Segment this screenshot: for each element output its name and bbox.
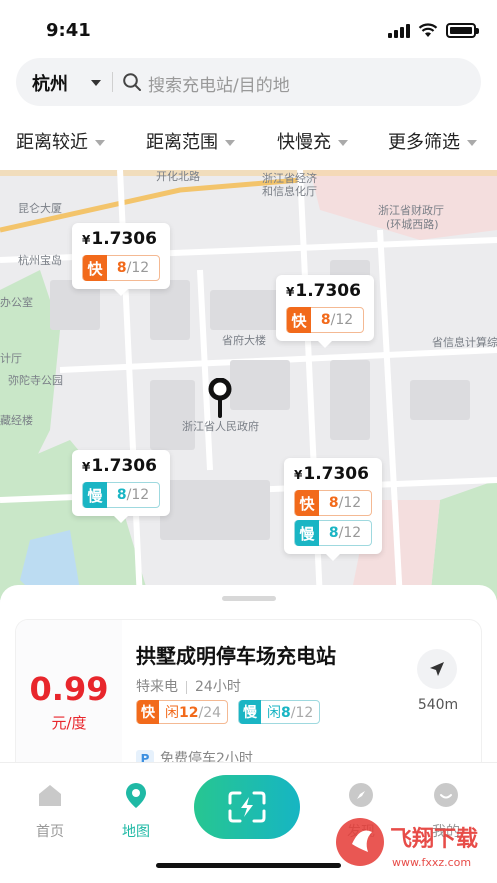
fast-charger-chip: 快 8/12: [286, 307, 364, 333]
search-bar: 杭州 搜索充电站/目的地: [0, 52, 497, 114]
station-callout[interactable]: ¥1.7306 快 8/12: [276, 275, 374, 348]
map-label: 杭州宝岛: [18, 254, 62, 267]
map-label: 办公室: [0, 296, 33, 309]
chevron-down-icon: [225, 140, 235, 146]
map-label: 藏经楼: [0, 414, 33, 427]
home-indicator: [156, 863, 341, 868]
map-label: 开化北路: [156, 170, 200, 183]
fast-charger-chip: 快 8/12: [82, 255, 160, 281]
watermark-logo: 飞翔下载 www.fxxz.com: [330, 808, 490, 876]
slow-charger-chip: 慢 8/12: [82, 482, 160, 508]
station-callout[interactable]: ¥1.7306 快 8/12: [72, 223, 170, 296]
filter-charge-speed[interactable]: 快慢充: [277, 128, 348, 154]
station-sheet: 0.99 元/度 拱墅成明停车场充电站 特来电 24小时 快 闲12/24 慢 闲…: [0, 585, 497, 790]
map-label: (环城西路): [386, 218, 439, 231]
chevron-down-icon: [467, 140, 477, 146]
map-view[interactable]: 昆仑大厦 杭州宝岛 浙江省经济 和信息化厅 浙江省财政厅 (环城西路) 省府大楼…: [0, 170, 497, 600]
status-time: 9:41: [46, 20, 91, 41]
map-label: 弥陀寺公园: [8, 374, 63, 387]
station-price: 0.99: [29, 670, 109, 708]
map-label: 浙江省人民政府: [182, 420, 259, 433]
divider: [112, 72, 113, 92]
svg-text:www.fxxz.com: www.fxxz.com: [392, 856, 471, 869]
map-label: 省府大楼: [222, 334, 266, 347]
smile-icon: [434, 783, 458, 807]
callout-price: ¥1.7306: [294, 464, 369, 484]
compass-icon: [349, 783, 373, 807]
city-selector[interactable]: 杭州: [32, 70, 68, 96]
slow-charger-chip: 慢 8/12: [294, 520, 372, 546]
station-callout[interactable]: ¥1.7306 快 8/12 慢 8/12: [284, 458, 382, 561]
station-hours: 24小时: [195, 679, 241, 695]
filter-distance-range[interactable]: 距离范围: [146, 128, 235, 154]
filter-bar: 距离较近 距离范围 快慢充 更多筛选: [0, 114, 497, 170]
search-input[interactable]: 搜索充电站/目的地: [148, 71, 290, 96]
caret-down-icon[interactable]: [91, 80, 101, 86]
callout-price: ¥1.7306: [82, 456, 157, 476]
slow-availability-chip: 慢 闲8/12: [238, 700, 321, 724]
wifi-icon: [418, 23, 438, 37]
station-callout[interactable]: ¥1.7306 慢 8/12: [72, 450, 170, 523]
map-label: 和信息化厅: [262, 185, 317, 198]
status-bar: 9:41: [0, 0, 497, 52]
chevron-down-icon: [338, 140, 348, 146]
map-label: 计厅: [0, 352, 22, 365]
station-operator: 特来电: [136, 679, 178, 695]
map-label: 昆仑大厦: [18, 202, 62, 215]
station-name: 拱墅成明停车场充电站: [136, 644, 336, 668]
battery-icon: [446, 23, 479, 38]
scan-charge-icon: [228, 791, 266, 823]
svg-text:飞翔下载: 飞翔下载: [390, 826, 478, 852]
availability-row: 快 闲12/24 慢 闲8/12: [136, 700, 330, 724]
chevron-down-icon: [95, 140, 105, 146]
navigate-button[interactable]: [417, 649, 457, 689]
fast-availability-chip: 快 闲12/24: [136, 700, 229, 724]
search-icon: [123, 73, 141, 91]
fast-charger-chip: 快 8/12: [294, 490, 372, 516]
callout-price: ¥1.7306: [286, 281, 361, 301]
location-pin-icon: [208, 378, 232, 418]
filter-more[interactable]: 更多筛选: [388, 128, 477, 154]
price-panel: 0.99 元/度: [16, 620, 122, 780]
cellular-signal-icon: [388, 24, 410, 38]
filter-distance-sort[interactable]: 距离较近: [16, 128, 105, 154]
drag-handle[interactable]: [222, 596, 276, 601]
map-label: 省信息计算综合: [432, 336, 497, 349]
price-unit: 元/度: [51, 714, 87, 732]
tab-home[interactable]: 首页: [20, 781, 80, 841]
station-distance: 540m: [417, 697, 459, 713]
scan-charge-button[interactable]: [194, 775, 300, 839]
station-meta: 特来电 24小时: [136, 676, 241, 696]
home-icon: [39, 785, 61, 806]
navigation-arrow-icon: [430, 662, 444, 676]
map-pin-icon: [126, 783, 146, 808]
tab-map[interactable]: 地图: [106, 781, 166, 841]
callout-price: ¥1.7306: [82, 229, 157, 249]
search-box[interactable]: 杭州 搜索充电站/目的地: [16, 58, 481, 106]
